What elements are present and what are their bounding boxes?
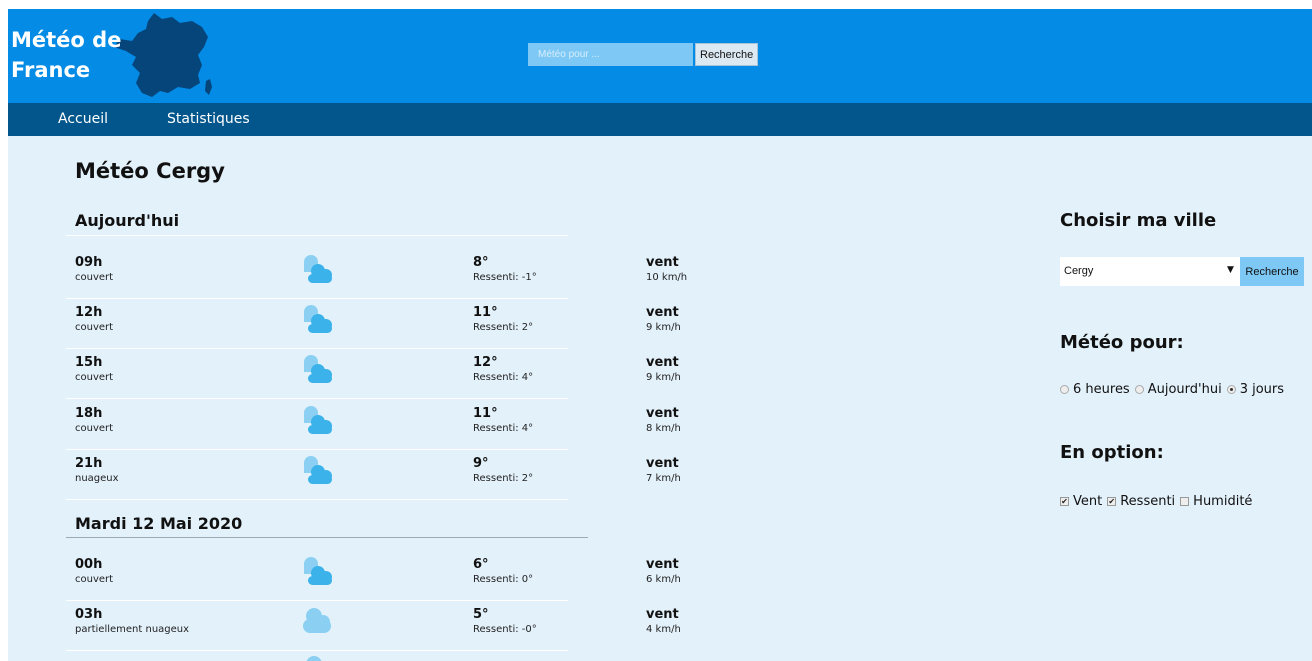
row-feels-like: Ressenti: -0° [473, 624, 537, 635]
row-feels-like: Ressenti: 4° [473, 423, 534, 434]
options-title: En option: [1060, 442, 1164, 463]
search-input[interactable] [528, 43, 693, 66]
row-temperature: 5° [473, 607, 489, 622]
choose-city-title: Choisir ma ville [1060, 210, 1217, 231]
row-wind-label: vent [646, 456, 679, 471]
row-condition: couvert [75, 423, 114, 434]
forecast-row: 09h couvert 8° Ressenti: -1° vent 10 km/… [66, 249, 687, 299]
logo-line-2: France [11, 58, 91, 82]
row-feels-like: Ressenti: 2° [473, 473, 534, 484]
row-temperature: 11° [473, 305, 498, 320]
cloud-icon [304, 355, 332, 383]
page: Météo de France Recherche Accueil Statis… [8, 9, 1312, 661]
france-map-icon [114, 13, 212, 97]
radio-6-heures[interactable] [1060, 385, 1069, 394]
section-title-day: Mardi 12 Mai 2020 [75, 514, 243, 533]
row-wind-label: vent [646, 255, 679, 270]
checkbox-label: Vent [1073, 494, 1103, 509]
row-feels-like: Ressenti: 0° [473, 574, 534, 585]
row-wind-value: 9 km/h [646, 372, 681, 383]
cloud-icon [306, 656, 322, 661]
cloud-icon [304, 456, 332, 484]
row-hour: 21h [75, 456, 103, 471]
row-hour: 18h [75, 406, 103, 421]
row-temperature: 9° [473, 456, 489, 471]
nav-item-accueil[interactable]: Accueil [58, 103, 108, 136]
single-cloud-icon [303, 608, 331, 633]
checkbox-vent[interactable]: ✔ [1060, 497, 1069, 506]
row-feels-like: Ressenti: -1° [473, 272, 537, 283]
row-wind-value: 9 km/h [646, 322, 681, 333]
cloud-icon [304, 406, 332, 434]
page-title: Météo Cergy [75, 159, 225, 183]
site-logo-text[interactable]: Météo de France [11, 25, 121, 85]
row-condition: nuageux [75, 473, 119, 484]
radio-aujourdhui[interactable] [1134, 385, 1144, 394]
search-button[interactable]: Recherche [695, 43, 759, 66]
row-wind-label: vent [646, 557, 679, 572]
checkbox-label: Humidité [1193, 494, 1253, 509]
checkbox-humidite[interactable] [1180, 497, 1190, 506]
row-wind-value: 10 km/h [646, 272, 688, 283]
row-wind-label: vent [646, 305, 679, 320]
row-wind-label: vent [646, 355, 679, 370]
row-temperature: 8° [473, 255, 489, 270]
row-condition: partiellement nuageux [75, 624, 190, 635]
row-temperature: 12° [473, 355, 498, 370]
row-hour: 00h [75, 557, 103, 572]
row-temperature: 11° [473, 406, 498, 421]
row-wind-value: 4 km/h [646, 624, 681, 635]
logo-line-1: Météo de [11, 28, 122, 52]
nav-item-statistiques[interactable]: Statistiques [167, 103, 250, 136]
forecast-row: 18h couvert 11° Ressenti: 4° vent 8 km/h [66, 400, 681, 450]
checkbox-ressenti[interactable]: ✔ [1107, 497, 1117, 506]
row-hour: 09h [75, 255, 103, 270]
row-wind-value: 6 km/h [646, 574, 681, 585]
cloud-icon [304, 305, 332, 333]
checkbox-label: Ressenti [1120, 494, 1176, 509]
extra-options: ✔ Vent ✔ Ressenti Humidité [1060, 494, 1257, 509]
section-title-today: Aujourd'hui [75, 211, 180, 230]
radio-3-jours[interactable] [1226, 385, 1236, 394]
row-hour: 03h [75, 607, 103, 622]
row-condition: couvert [75, 574, 114, 585]
radio-label: Aujourd'hui [1147, 382, 1222, 397]
cloud-icon [304, 557, 332, 585]
row-wind-value: 8 km/h [646, 423, 681, 434]
row-hour: 12h [75, 305, 103, 320]
row-feels-like: Ressenti: 2° [473, 322, 534, 333]
section-divider [66, 235, 568, 236]
row-condition: couvert [75, 322, 114, 333]
radio-label: 3 jours [1239, 382, 1285, 397]
nav-bar: Accueil Statistiques [8, 103, 1312, 136]
row-wind-label: vent [646, 406, 679, 421]
forecast-title: Météo pour: [1060, 332, 1184, 353]
forecast-row: 12h couvert 11° Ressenti: 2° vent 9 km/h [66, 299, 681, 349]
row-feels-like: Ressenti: 4° [473, 372, 534, 383]
row-wind-label: vent [646, 607, 679, 622]
row-wind-value: 7 km/h [646, 473, 681, 484]
forecast-row: 21h nuageux 9° Ressenti: 2° vent 7 km/h [66, 450, 681, 500]
city-select[interactable]: Cergy [1060, 257, 1240, 286]
section-divider [66, 537, 588, 538]
row-condition: couvert [75, 272, 114, 283]
city-search-button[interactable]: Recherche [1240, 257, 1304, 286]
row-hour: 15h [75, 355, 103, 370]
forecast-row: 15h couvert 12° Ressenti: 4° vent 9 km/h [66, 349, 681, 399]
header: Météo de France Recherche [8, 9, 1312, 103]
forecast-row: 00h couvert 6° Ressenti: 0° vent 6 km/h [66, 551, 681, 601]
row-condition: couvert [75, 372, 114, 383]
row-temperature: 6° [473, 557, 489, 572]
forecast-options: 6 heures Aujourd'hui 3 jours [1060, 382, 1289, 397]
forecast-row: 03h partiellement nuageux 5° Ressenti: -… [66, 601, 681, 651]
radio-label: 6 heures [1073, 382, 1130, 397]
cloud-icon [304, 255, 332, 283]
